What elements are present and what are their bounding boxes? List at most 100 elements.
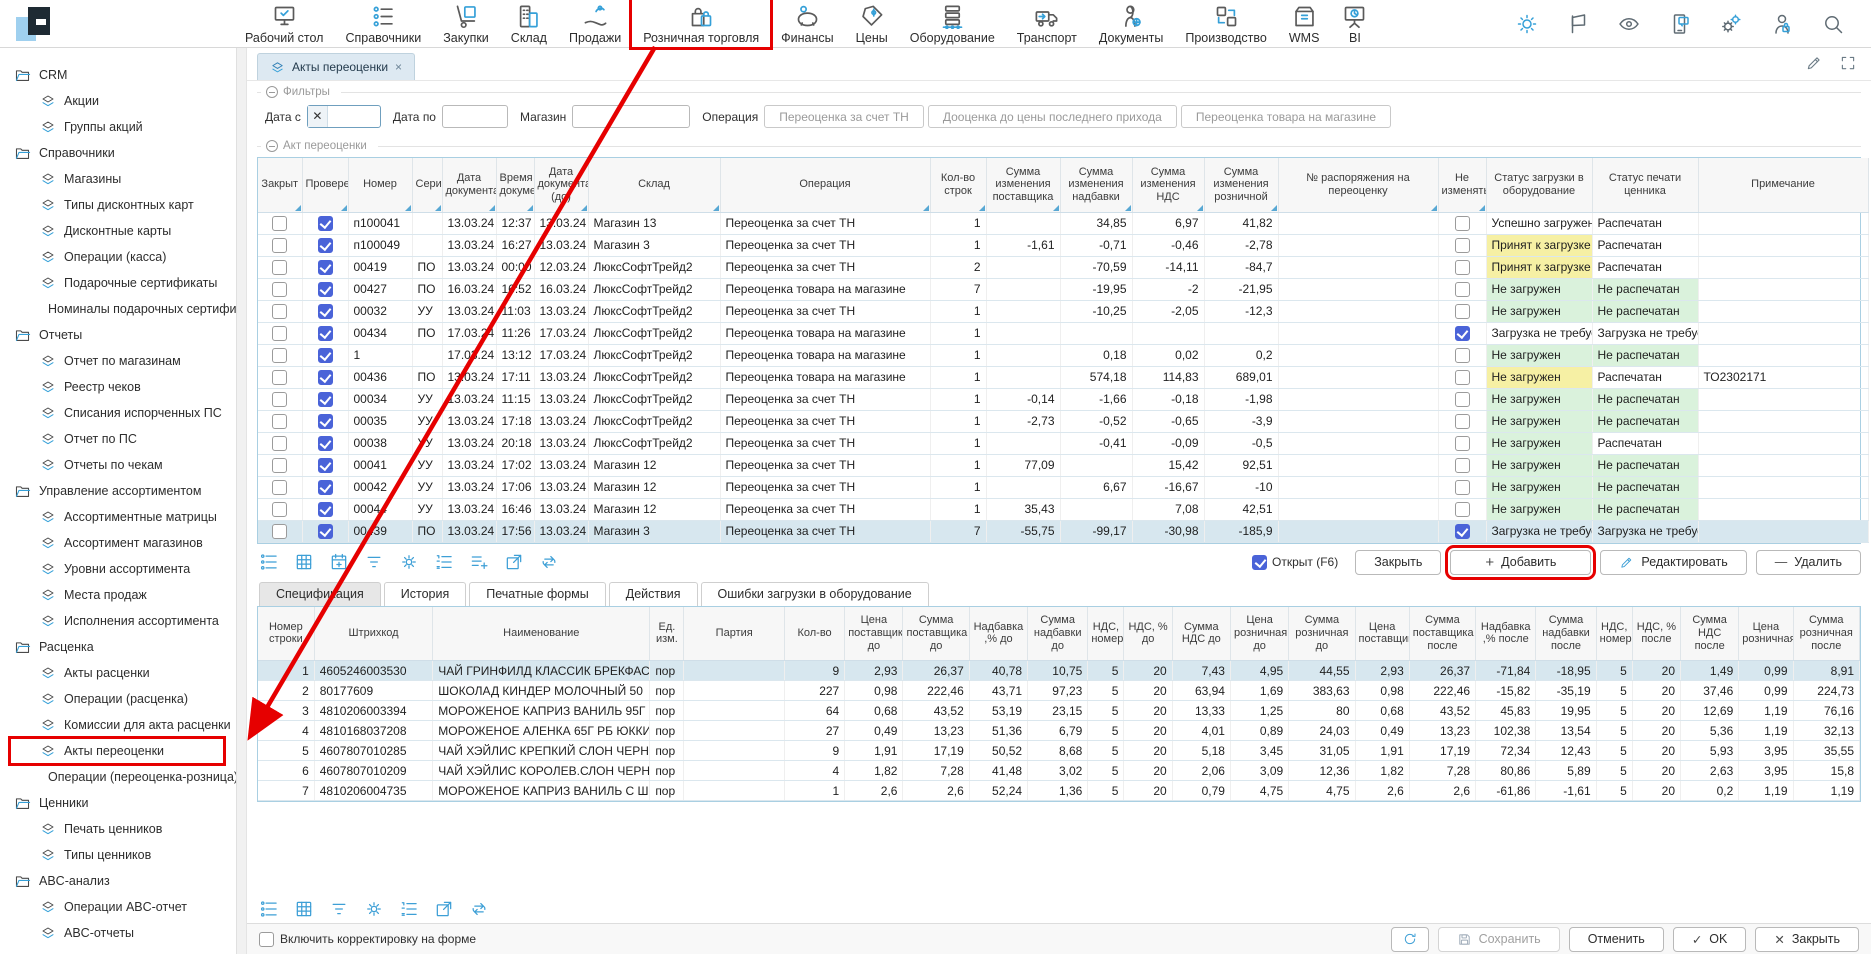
no-change-checkbox[interactable] xyxy=(1455,282,1470,297)
settings-button[interactable] xyxy=(1719,12,1743,36)
eye-button[interactable] xyxy=(1617,12,1641,36)
checked-checkbox[interactable] xyxy=(318,524,333,539)
nav-item-transport[interactable]: Транспорт xyxy=(1006,0,1088,47)
tree-group-Управление ассортиментом[interactable]: Управление ассортиментом xyxy=(0,478,236,504)
operation-option-button[interactable]: Дооценка до цены последнего прихода xyxy=(928,105,1177,128)
feedback-button[interactable] xyxy=(1668,12,1692,36)
closed-checkbox[interactable] xyxy=(272,392,287,407)
numlist-tool-button[interactable] xyxy=(399,899,419,919)
list-tool-button[interactable] xyxy=(259,899,279,919)
no-change-checkbox[interactable] xyxy=(1455,238,1470,253)
tree-item-Акты расценки[interactable]: Акты расценки xyxy=(0,660,236,686)
sidebar-splitter[interactable] xyxy=(237,48,247,954)
act-row-00439[interactable]: 00439ПО13.03.2417:5613.03.24 Магазин 3Пе… xyxy=(258,520,1868,542)
no-change-checkbox[interactable] xyxy=(1455,502,1470,517)
act-row-00035[interactable]: 00035УУ13.03.2417:1813.03.24 ЛюксСофтТре… xyxy=(258,410,1868,432)
tree-item-Акты переоценки[interactable]: Акты переоценки xyxy=(0,738,236,764)
no-change-checkbox[interactable] xyxy=(1455,304,1470,319)
spec-col-header[interactable]: Цена розничная до xyxy=(1230,607,1288,661)
add-button[interactable]: + Добавить xyxy=(1450,550,1591,575)
acts-col-header[interactable]: Сумма изменения поставщика xyxy=(986,158,1060,212)
act-row-00042[interactable]: 00042УУ13.03.2417:0613.03.24 Магазин 12П… xyxy=(258,476,1868,498)
open-f6-toggle[interactable]: Открыт (F6) xyxy=(1252,555,1338,570)
tree-group-ABC-анализ[interactable]: ABC-анализ xyxy=(0,868,236,894)
acts-col-header[interactable]: Дата документа (до) xyxy=(534,158,588,212)
act-row-00427[interactable]: 00427ПО16.03.2416:5216.03.24 ЛюксСофтТре… xyxy=(258,278,1868,300)
collapse-filters-icon[interactable] xyxy=(266,86,278,98)
no-change-checkbox[interactable] xyxy=(1455,524,1470,539)
no-change-checkbox[interactable] xyxy=(1455,370,1470,385)
tree-item-Отчет по ПС[interactable]: Отчет по ПС xyxy=(0,426,236,452)
spec-col-header[interactable]: Кол-во xyxy=(784,607,844,661)
spec-col-header[interactable]: Ед. изм. xyxy=(650,607,684,661)
tab-close-icon[interactable]: × xyxy=(395,60,402,74)
tree-item-Ассортиментные матрицы[interactable]: Ассортиментные матрицы xyxy=(0,504,236,530)
close-button[interactable]: Закрыть xyxy=(1355,550,1441,575)
spec-col-header[interactable]: Наименование xyxy=(433,607,650,661)
tree-item-Операции ABC-отчет[interactable]: Операции ABC-отчет xyxy=(0,894,236,920)
collapse-acts-icon[interactable] xyxy=(266,140,278,152)
nav-item-documents[interactable]: Документы xyxy=(1088,0,1174,47)
spec-col-header[interactable]: Сумма НДС до xyxy=(1172,607,1230,661)
spec-tab-Ошибки загрузки в оборудование[interactable]: Ошибки загрузки в оборудование xyxy=(701,582,929,606)
delete-button[interactable]: — Удалить xyxy=(1756,550,1861,575)
acts-col-header[interactable]: Статус загрузки в оборудование xyxy=(1486,158,1592,212)
edit-button[interactable]: Редактировать xyxy=(1600,550,1746,575)
cal-tool-button[interactable] xyxy=(329,552,349,572)
gear-tool-button[interactable] xyxy=(364,899,384,919)
act-row-00032[interactable]: 00032УУ13.03.2411:0313.03.24 ЛюксСофтТре… xyxy=(258,300,1868,322)
no-change-checkbox[interactable] xyxy=(1455,480,1470,495)
adjust-checkbox[interactable] xyxy=(259,932,274,947)
acts-col-header[interactable]: Кол-во строк xyxy=(930,158,986,212)
act-row-00419[interactable]: 00419ПО13.03.2400:0012.03.24 ЛюксСофтТре… xyxy=(258,256,1868,278)
tree-group-Справочники[interactable]: Справочники xyxy=(0,140,236,166)
tree-item-Печать ценников[interactable]: Печать ценников xyxy=(0,816,236,842)
act-row-1[interactable]: 117.03.2413:1217.03.24 ЛюксСофтТрейд2Пер… xyxy=(258,344,1868,366)
flag-button[interactable] xyxy=(1566,12,1590,36)
tree-item-Списания испорченных ПС[interactable]: Списания испорченных ПС xyxy=(0,400,236,426)
tree-item-Группы акций[interactable]: Группы акций xyxy=(0,114,236,140)
tree-item-Акции[interactable]: Акции xyxy=(0,88,236,114)
search-button[interactable] xyxy=(1821,12,1845,36)
spec-row-4[interactable]: 44810168037208МОРОЖЕНОЕ АЛЕНКА 65Г РБ ЮК… xyxy=(258,721,1860,741)
spec-col-header[interactable]: Цена поставщика до xyxy=(845,607,903,661)
closed-checkbox[interactable] xyxy=(272,458,287,473)
spec-row-2[interactable]: 280177609ШОКОЛАД КИНДЕР МОЛОЧНЫЙ 50пор22… xyxy=(258,681,1860,701)
acts-col-header[interactable]: № распоряжения на переоценку xyxy=(1278,158,1438,212)
export-tool-button[interactable] xyxy=(504,552,524,572)
tree-group-Отчеты[interactable]: Отчеты xyxy=(0,322,236,348)
tree-group-Ценники[interactable]: Ценники xyxy=(0,790,236,816)
checked-checkbox[interactable] xyxy=(318,304,333,319)
expand-icon[interactable] xyxy=(1839,54,1857,72)
spec-col-header[interactable]: НДС, номер xyxy=(1088,607,1124,661)
no-change-checkbox[interactable] xyxy=(1455,392,1470,407)
closed-checkbox[interactable] xyxy=(272,502,287,517)
nav-item-purchases[interactable]: Закупки xyxy=(432,0,500,47)
spec-col-header[interactable]: Сумма надбавки до xyxy=(1028,607,1088,661)
tree-item-Исполнения ассортимента[interactable]: Исполнения ассортимента xyxy=(0,608,236,634)
spec-col-header[interactable]: Сумма поставщика после xyxy=(1409,607,1475,661)
acts-col-header[interactable]: Не изменять xyxy=(1438,158,1486,212)
spec-col-header[interactable]: Сумма поставщика до xyxy=(903,607,969,661)
closed-checkbox[interactable] xyxy=(272,238,287,253)
funnel-tool-button[interactable] xyxy=(329,899,349,919)
profile-button[interactable] xyxy=(1770,12,1794,36)
closed-checkbox[interactable] xyxy=(272,436,287,451)
save-button[interactable]: Сохранить xyxy=(1438,927,1560,952)
checked-checkbox[interactable] xyxy=(318,282,333,297)
acts-col-header[interactable]: Номер xyxy=(348,158,412,212)
checked-checkbox[interactable] xyxy=(318,414,333,429)
spec-row-6[interactable]: 64607807010209ЧАЙ ХЭЙЛИС КОРОЛЕВ.СЛОН ЧЕ… xyxy=(258,761,1860,781)
closed-checkbox[interactable] xyxy=(272,370,287,385)
spec-tab-История[interactable]: История xyxy=(384,582,466,606)
tree-item-Места продаж[interactable]: Места продаж xyxy=(0,582,236,608)
grid-tool-button[interactable] xyxy=(294,552,314,572)
spec-col-header[interactable]: Цена поставщика xyxy=(1355,607,1409,661)
checked-checkbox[interactable] xyxy=(318,480,333,495)
acts-col-header[interactable]: Примечание xyxy=(1698,158,1868,212)
ok-button[interactable]: ✓OK xyxy=(1673,927,1747,952)
edit-pencil-icon[interactable] xyxy=(1805,54,1823,72)
cancel-button[interactable]: Отменить xyxy=(1569,927,1664,952)
nav-item-bi[interactable]: BI xyxy=(1330,0,1379,47)
spec-col-header[interactable]: Штрихкод xyxy=(314,607,433,661)
